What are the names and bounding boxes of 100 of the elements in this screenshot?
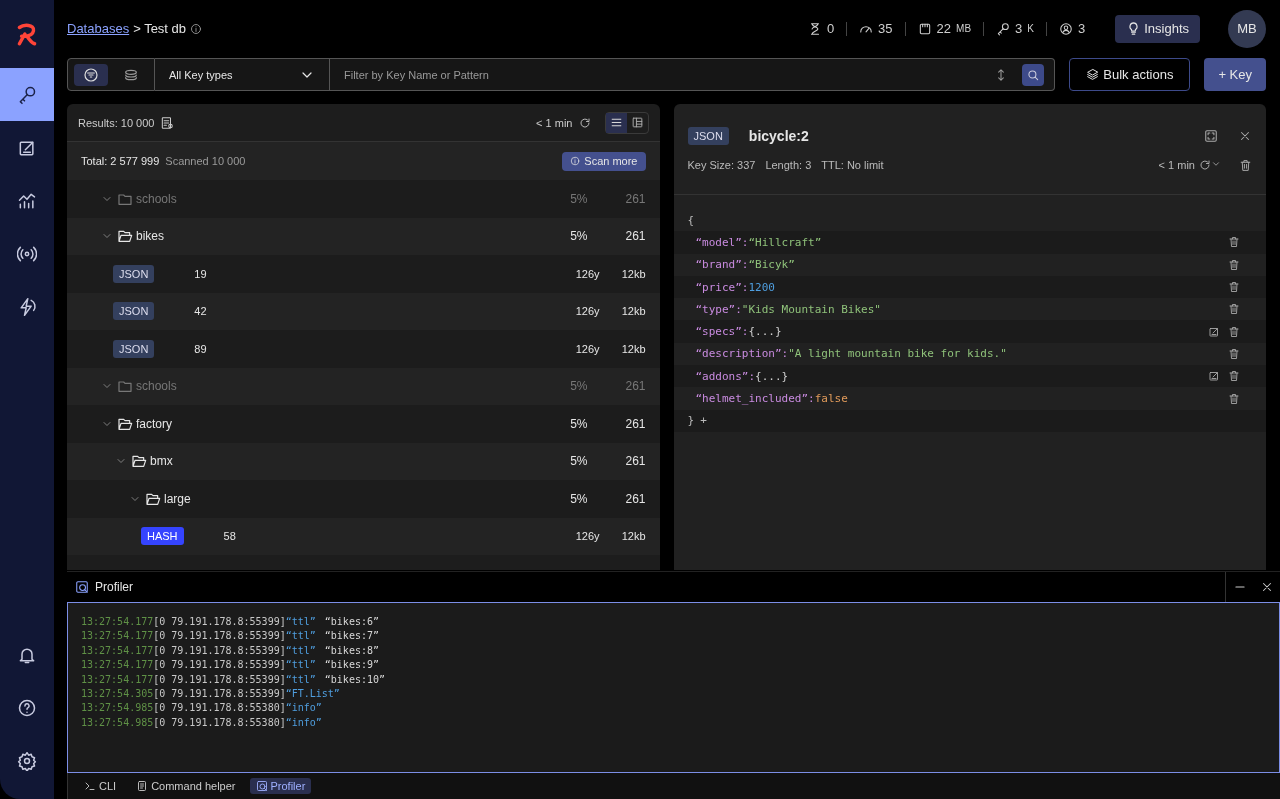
log-command: “ttl” — [285, 644, 316, 656]
key-name[interactable]: 19 — [194, 267, 540, 280]
folder-name[interactable]: large — [164, 491, 538, 506]
trash-icon — [1228, 236, 1240, 249]
bulk-actions-button[interactable]: Bulk actions — [1069, 58, 1191, 91]
stat-value: 3 — [1015, 22, 1023, 35]
key-count: 261 — [624, 416, 646, 431]
edit-icon — [1208, 325, 1220, 338]
delete-button[interactable] — [1228, 281, 1240, 294]
delete-button[interactable] — [1228, 303, 1240, 316]
filter-mode-button[interactable] — [74, 63, 108, 86]
trash-icon — [1228, 258, 1240, 271]
key-size: 12kb — [620, 342, 646, 355]
delete-button[interactable] — [1228, 370, 1240, 383]
json-brace: { — [687, 213, 695, 227]
key-name[interactable]: 42 — [194, 305, 540, 318]
delete-button[interactable] — [1228, 325, 1240, 338]
log-command: “ttl” — [285, 673, 316, 685]
trash-icon — [1228, 281, 1240, 294]
folder-name[interactable]: bikes — [136, 229, 538, 244]
key-type-dropdown[interactable]: All Key types — [155, 58, 330, 91]
log-time: 13:27:54.985 — [81, 702, 154, 714]
key-icon — [996, 21, 1011, 36]
key-size: 12kb — [620, 267, 646, 280]
key-ttl: 126y — [574, 267, 600, 280]
profiler-icon — [255, 780, 268, 792]
key-type-badge: JSON — [687, 126, 729, 145]
refresh-icon — [578, 116, 591, 129]
edit-button[interactable] — [1208, 370, 1220, 383]
folder-name[interactable]: bmx — [150, 454, 538, 469]
folder-name[interactable]: schools — [136, 191, 538, 206]
json-brace: } — [687, 414, 695, 428]
profiler-title: Profiler — [95, 580, 133, 594]
bottom-tab[interactable]: Profiler — [249, 778, 312, 794]
refresh-time: < 1 min — [1158, 159, 1195, 171]
log-argument: “bikes:7” — [324, 630, 379, 642]
json-key: “addons”: — [695, 369, 756, 383]
memory-card-icon — [917, 21, 932, 36]
stat-value: 35 — [878, 22, 893, 35]
json-key: “helmet_included”: — [695, 392, 815, 405]
stat-value: 0 — [826, 22, 835, 35]
chevron-icon — [1211, 159, 1221, 169]
add-field-button[interactable]: + — [700, 414, 707, 428]
trash-icon — [1228, 370, 1240, 383]
json-value: {...} — [748, 325, 782, 339]
fullscreen-button[interactable] — [1204, 128, 1218, 143]
settings-icon — [17, 750, 37, 771]
log-time: 13:27:54.985 — [81, 716, 154, 728]
delete-button[interactable] — [1239, 158, 1252, 172]
delete-button[interactable] — [1228, 392, 1240, 405]
key-name[interactable]: 89 — [194, 342, 540, 355]
search-button[interactable] — [1022, 63, 1045, 86]
json-value: "A light mountain bike for kids." — [788, 347, 1007, 361]
log-argument: “bikes:8” — [324, 644, 379, 656]
results-count: Results: 10 000 — [78, 116, 155, 129]
edit-icon — [1208, 370, 1220, 383]
log-argument: “bikes:9” — [324, 659, 379, 671]
log-client: [0 79.191.178.8:55399] — [153, 630, 286, 642]
add-key-button[interactable]: + Key — [1204, 58, 1266, 91]
bottom-tab[interactable]: CLI — [78, 778, 123, 794]
key-ttl: TTL: No limit — [821, 159, 884, 171]
key-ttl: 126y — [574, 305, 600, 318]
breadcrumb-link[interactable]: Databases — [67, 21, 130, 36]
json-value: “Hillcraft” — [748, 235, 822, 249]
share-percent: 5% — [569, 454, 588, 469]
database-name: > Test db — [133, 21, 187, 36]
folder-icon — [117, 228, 133, 245]
key-name[interactable]: 58 — [223, 530, 540, 543]
user-avatar[interactable]: MB — [1228, 9, 1266, 48]
delete-button[interactable] — [1228, 347, 1240, 360]
scan-more-button[interactable]: Scan more — [562, 151, 646, 171]
key-length: Length: 3 — [765, 159, 812, 171]
json-value: {...} — [755, 369, 789, 383]
bottom-tab[interactable]: Command helper — [130, 778, 242, 794]
json-value: 1200 — [748, 280, 775, 294]
delete-button[interactable] — [1228, 258, 1240, 271]
json-value: “Bicyk” — [748, 258, 795, 272]
delete-button[interactable] — [1228, 236, 1240, 249]
key-size: 12kb — [620, 305, 646, 318]
list-view-button[interactable] — [605, 112, 627, 133]
stat-value: 22 — [936, 22, 952, 35]
log-client: [0 79.191.178.8:55380] — [153, 716, 286, 728]
key-count: 261 — [624, 379, 646, 394]
log-time: 13:27:54.177 — [81, 630, 154, 642]
key-icon — [17, 84, 37, 105]
profiler-icon — [75, 580, 89, 594]
folder-name[interactable]: schools — [136, 379, 538, 394]
log-command: “FT.List” — [285, 687, 340, 699]
edit-button[interactable] — [1208, 325, 1220, 338]
filter-field[interactable]: Filter by Key Name or Pattern — [330, 58, 995, 91]
log-command: “ttl” — [285, 659, 316, 671]
log-time: 13:27:54.177 — [81, 673, 154, 685]
key-size: Key Size: 337 — [687, 159, 756, 171]
json-value: false — [814, 392, 848, 405]
folder-name[interactable]: factory — [136, 416, 538, 431]
json-key: “specs”: — [695, 325, 749, 339]
log-command: “info” — [285, 716, 322, 728]
insights-button[interactable]: Insights — [1115, 14, 1200, 43]
scanned-count: Scanned 10 000 — [165, 155, 246, 167]
log-client: [0 79.191.178.8:55399] — [153, 687, 286, 699]
